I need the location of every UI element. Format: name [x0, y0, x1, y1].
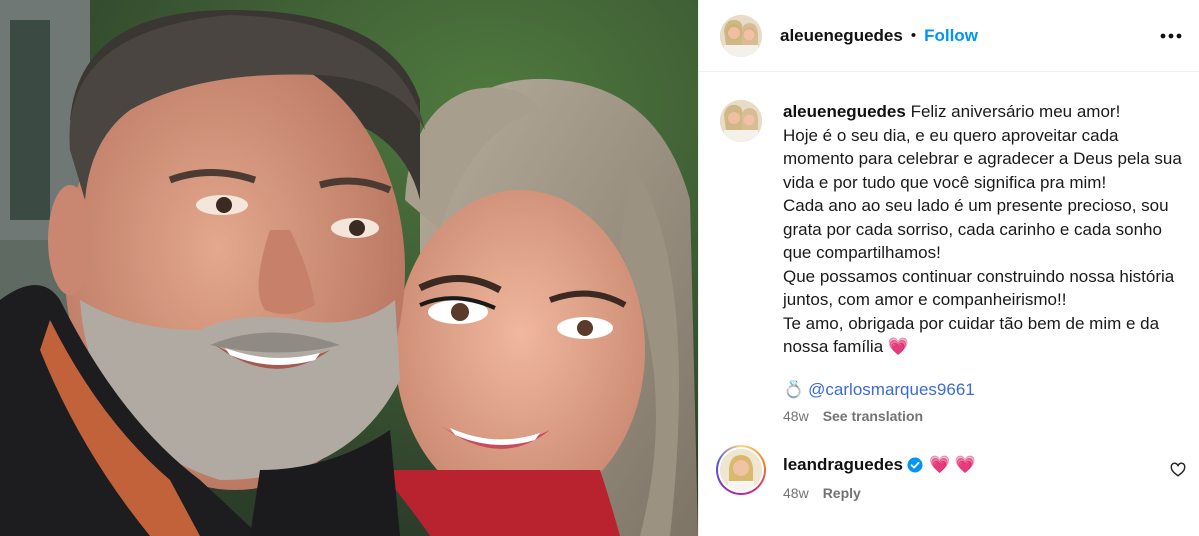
caption-body: aleueneguedes Feliz aniversário meu amor…: [783, 100, 1188, 424]
comment-text: 💗 💗: [929, 455, 977, 474]
caption-line: juntos, com amor e companheirismo!!: [783, 290, 1067, 309]
caption-text: aleueneguedes Feliz aniversário meu amor…: [783, 100, 1188, 359]
caption-username[interactable]: aleueneguedes: [783, 102, 906, 121]
caption-line: Cada ano ao seu lado é um presente preci…: [783, 196, 1169, 215]
author-avatar[interactable]: [720, 14, 762, 57]
caption-line: Te amo, obrigada por cuidar tão bem de m…: [783, 313, 1160, 333]
caption-line: que compartilhamos!: [783, 243, 941, 262]
more-options-button[interactable]: [1159, 24, 1183, 48]
caption-first-line: Feliz aniversário meu amor!: [910, 102, 1121, 121]
author-avatar-image: [720, 14, 762, 57]
comment-top: leandraguedes 💗 💗: [783, 455, 976, 475]
comment-item: leandraguedes 💗 💗 48w Reply: [716, 445, 1186, 501]
follow-button[interactable]: Follow: [924, 26, 978, 46]
see-translation-button[interactable]: See translation: [823, 408, 923, 424]
tagged-user-link[interactable]: 💍 @carlosmarques9661: [783, 380, 1188, 400]
post-photo[interactable]: [0, 0, 698, 536]
comment-like-button[interactable]: [1170, 462, 1186, 482]
selfie-image: [0, 0, 698, 536]
more-horizontal-icon: [1160, 33, 1182, 38]
caption-avatar-image: [720, 100, 762, 142]
heart-outline-icon: [1170, 462, 1186, 477]
comment-body: leandraguedes 💗 💗 48w Reply: [783, 455, 976, 501]
commenter-username[interactable]: leandraguedes: [783, 455, 903, 475]
caption-line: nossa família 💗: [783, 337, 910, 356]
post-header: aleueneguedes • Follow: [699, 0, 1199, 72]
tagged-username[interactable]: @carlosmarques9661: [808, 380, 975, 400]
reply-button[interactable]: Reply: [823, 485, 861, 501]
ring-emoji: 💍: [783, 379, 805, 399]
commenter-avatar-image: [720, 449, 762, 491]
verified-badge-icon: [907, 457, 923, 473]
caption-line: Que possamos continuar construindo nossa…: [783, 266, 1175, 286]
caption-block: aleueneguedes Feliz aniversário meu amor…: [720, 100, 1190, 424]
caption-line: momento para celebrar e agradecer a Deus…: [783, 149, 1182, 168]
post-details-panel: aleueneguedes • Follow aleueneguedes Fel…: [698, 0, 1199, 536]
caption-line: Hoje é o seu dia, e eu quero aproveitar …: [783, 125, 1119, 145]
commenter-avatar[interactable]: [716, 445, 766, 495]
comment-meta: 48w Reply: [783, 485, 976, 501]
comment-age: 48w: [783, 485, 809, 501]
caption-line: vida e por tudo que você significa pra m…: [783, 172, 1107, 192]
caption-author-avatar[interactable]: [720, 100, 762, 142]
caption-line: grata por cada sorriso, cada carinho e c…: [783, 219, 1162, 239]
caption-meta: 48w See translation: [783, 408, 1188, 424]
caption-age: 48w: [783, 407, 809, 424]
separator-dot: •: [910, 27, 917, 44]
author-username[interactable]: aleueneguedes: [780, 26, 903, 46]
